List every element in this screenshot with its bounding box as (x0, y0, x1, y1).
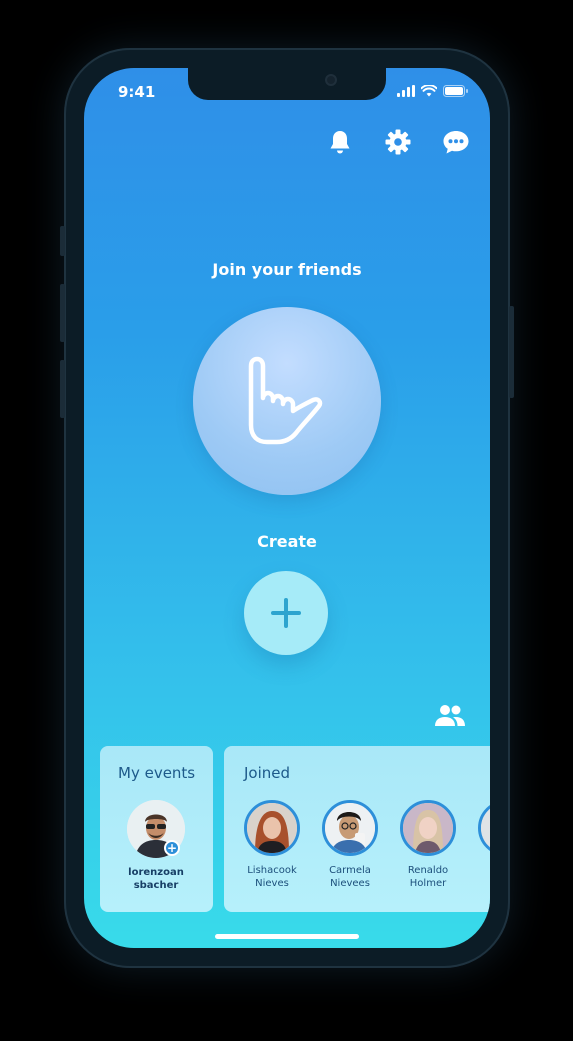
header-actions (324, 126, 472, 158)
join-friends-button[interactable] (193, 307, 381, 495)
person-name-line2: Holmer (409, 878, 447, 889)
home-indicator[interactable] (215, 934, 359, 939)
gear-icon[interactable] (382, 126, 414, 158)
person-name-line1: Renaldo (407, 865, 449, 876)
my-events-card: My events + lorenzoan sbacher (100, 746, 213, 912)
joined-card: Joined Lishacook Nieves Carmela Nievees … (224, 746, 490, 912)
pointing-hand-icon (248, 356, 323, 445)
person-name-line1: Carmela (329, 865, 371, 876)
user-name-line1: lorenzoan (128, 867, 184, 878)
chat-icon[interactable] (440, 126, 472, 158)
power-button (509, 306, 514, 398)
joined-person[interactable]: G (474, 800, 490, 877)
plus-icon (271, 598, 301, 628)
battery-icon (443, 85, 468, 97)
mute-switch (60, 226, 65, 256)
joined-title: Joined (244, 764, 291, 782)
group-icon[interactable] (434, 704, 466, 732)
create-title: Create (257, 532, 317, 551)
volume-up-button (60, 284, 65, 342)
avatar (244, 800, 300, 856)
joined-person[interactable]: Lishacook Nieves (240, 800, 304, 890)
my-event-user[interactable]: + lorenzoan sbacher (124, 800, 188, 892)
person-name-line1: Lishacook (247, 865, 297, 876)
my-events-title: My events (118, 764, 196, 782)
camera (325, 74, 337, 86)
user-name-line2: sbacher (133, 880, 179, 891)
avatar (478, 800, 490, 856)
person-name-line1: G (474, 864, 490, 877)
join-title: Join your friends (212, 260, 362, 279)
avatar (400, 800, 456, 856)
status-time: 9:41 (118, 83, 156, 101)
app-screen: 9:41 Join your friends Create My events … (84, 68, 490, 948)
create-button[interactable] (244, 571, 328, 655)
status-icons (397, 85, 468, 97)
avatar (322, 800, 378, 856)
signal-icon (397, 85, 415, 97)
volume-down-button (60, 360, 65, 418)
person-name-line2: Nieves (255, 878, 289, 889)
person-name-line2: Nievees (330, 878, 370, 889)
joined-person[interactable]: Carmela Nievees (318, 800, 382, 890)
notch (188, 68, 386, 100)
add-badge-icon: + (164, 840, 180, 856)
wifi-icon (421, 85, 437, 97)
bell-icon[interactable] (324, 126, 356, 158)
joined-person[interactable]: Renaldo Holmer (396, 800, 460, 890)
